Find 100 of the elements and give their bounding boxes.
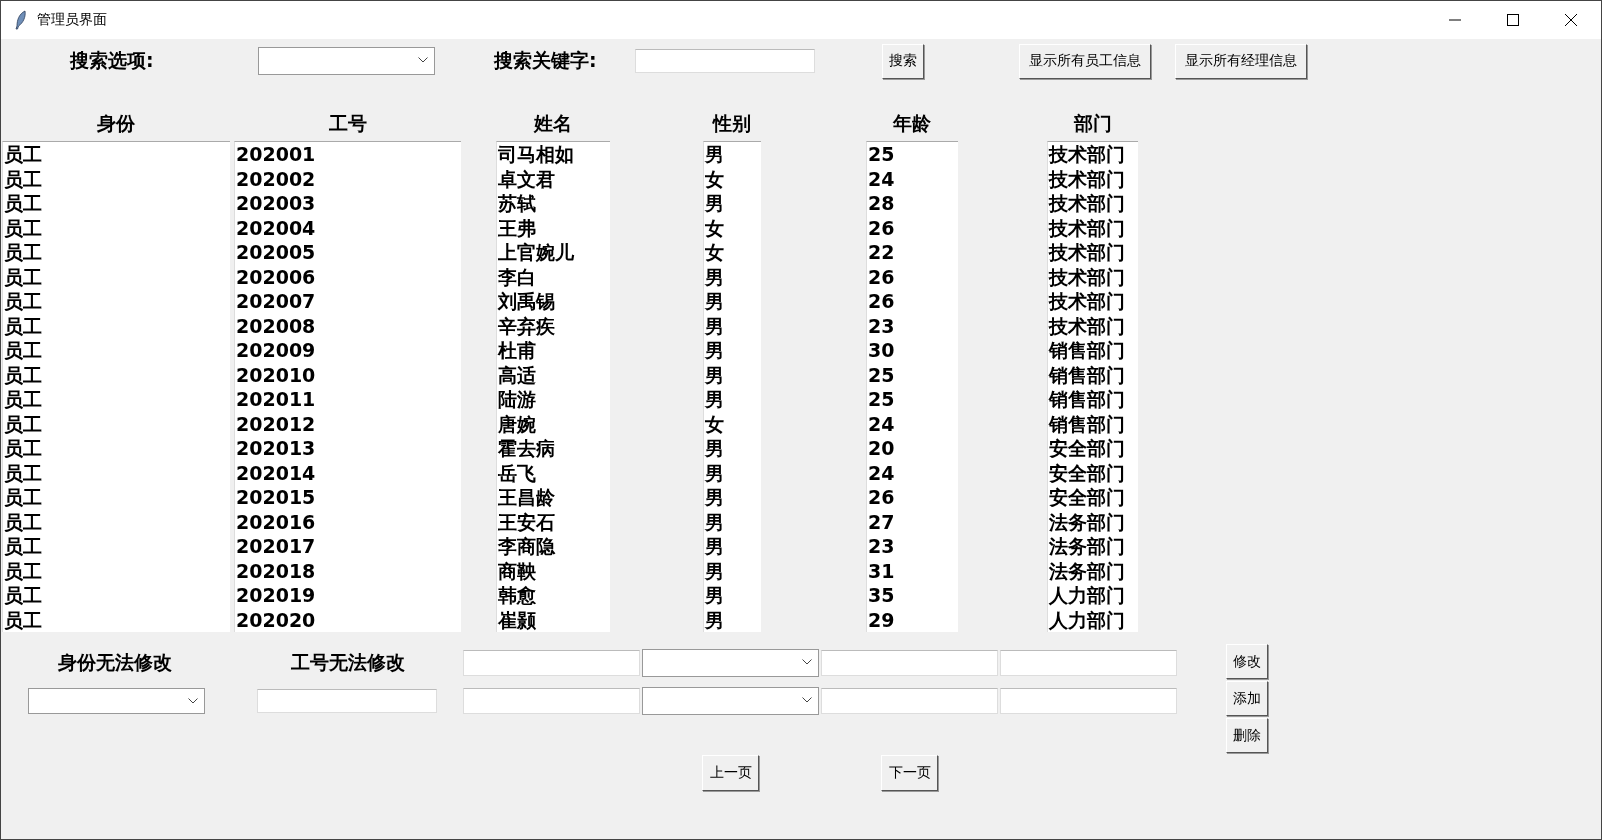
- page-button[interactable]: 下一页: [881, 755, 938, 791]
- input-field[interactable]: [463, 650, 640, 676]
- list-item[interactable]: 销售部门: [1048, 411, 1138, 436]
- list-item[interactable]: 陆游: [497, 387, 610, 412]
- list-item[interactable]: 安全部门: [1048, 485, 1138, 510]
- list-item[interactable]: 员工: [3, 583, 230, 608]
- input-field[interactable]: [821, 688, 998, 714]
- input-field[interactable]: [257, 689, 437, 713]
- list-item[interactable]: 崔颢: [497, 607, 610, 632]
- list-item[interactable]: 人力部门: [1048, 583, 1138, 608]
- list-item[interactable]: 员工: [3, 607, 230, 632]
- list-item[interactable]: 男: [704, 313, 761, 338]
- listbox[interactable]: 员工 员工 员工 员工 员工 员工 员工 员工 员工 员工 员工 员工 员工 员工 员工 员工 员工 员工 员工 员工: [2, 141, 230, 632]
- list-item[interactable]: 技术部门: [1048, 142, 1138, 167]
- list-item[interactable]: 202011: [235, 387, 461, 412]
- list-item[interactable]: 苏轼: [497, 191, 610, 216]
- list-item[interactable]: 员工: [3, 534, 230, 559]
- dropdown[interactable]: [642, 687, 819, 715]
- list-item[interactable]: 法务部门: [1048, 509, 1138, 534]
- input-field[interactable]: [1000, 650, 1177, 676]
- list-item[interactable]: 23: [867, 534, 958, 559]
- list-item[interactable]: 员工: [3, 485, 230, 510]
- list-item[interactable]: 男: [704, 436, 761, 461]
- list-item[interactable]: 法务部门: [1048, 558, 1138, 583]
- list-item[interactable]: 王安石: [497, 509, 610, 534]
- list-item[interactable]: 26: [867, 264, 958, 289]
- list-item[interactable]: 员工: [3, 240, 230, 265]
- list-item[interactable]: 男: [704, 509, 761, 534]
- list-item[interactable]: 技术部门: [1048, 191, 1138, 216]
- listbox[interactable]: 男 女 男 女 女 男 男 男 男 男 男 女 男 男 男 男 男 男 男 男: [703, 141, 761, 632]
- list-item[interactable]: 唐婉: [497, 411, 610, 436]
- list-item[interactable]: 202017: [235, 534, 461, 559]
- list-item[interactable]: 男: [704, 558, 761, 583]
- listbox[interactable]: 25 24 28 26 22 26 26 23 30 25 25 24 20 24 26 27 23 31 35 29: [866, 141, 958, 632]
- list-item[interactable]: 202005: [235, 240, 461, 265]
- list-item[interactable]: 李商隐: [497, 534, 610, 559]
- list-item[interactable]: 安全部门: [1048, 460, 1138, 485]
- list-item[interactable]: 202006: [235, 264, 461, 289]
- list-item[interactable]: 26: [867, 289, 958, 314]
- list-item[interactable]: 202010: [235, 362, 461, 387]
- listbox[interactable]: 202001 202002 202003 202004 202005 202006 202007 202008 202009 202010 202011 202012 202013 202014 202015 202016 202017 202018 202019 202020: [234, 141, 461, 632]
- list-item[interactable]: 男: [704, 338, 761, 363]
- list-item[interactable]: 女: [704, 411, 761, 436]
- list-item[interactable]: 法务部门: [1048, 534, 1138, 559]
- list-item[interactable]: 202014: [235, 460, 461, 485]
- list-item[interactable]: 20: [867, 436, 958, 461]
- action-button[interactable]: 添加: [1226, 681, 1268, 716]
- dropdown[interactable]: [642, 649, 819, 677]
- list-item[interactable]: 销售部门: [1048, 338, 1138, 363]
- list-item[interactable]: 杜甫: [497, 338, 610, 363]
- list-item[interactable]: 202013: [235, 436, 461, 461]
- list-item[interactable]: 司马相如: [497, 142, 610, 167]
- list-item[interactable]: 安全部门: [1048, 436, 1138, 461]
- list-item[interactable]: 202004: [235, 215, 461, 240]
- list-item[interactable]: 24: [867, 166, 958, 191]
- list-item[interactable]: 22: [867, 240, 958, 265]
- list-item[interactable]: 商鞅: [497, 558, 610, 583]
- list-item[interactable]: 女: [704, 166, 761, 191]
- list-item[interactable]: 26: [867, 485, 958, 510]
- list-item[interactable]: 24: [867, 460, 958, 485]
- list-item[interactable]: 202003: [235, 191, 461, 216]
- list-item[interactable]: 员工: [3, 338, 230, 363]
- action-button[interactable]: 删除: [1226, 718, 1268, 753]
- list-item[interactable]: 28: [867, 191, 958, 216]
- list-item[interactable]: 员工: [3, 264, 230, 289]
- search-field[interactable]: [635, 49, 815, 73]
- list-item[interactable]: 23: [867, 313, 958, 338]
- list-item[interactable]: 技术部门: [1048, 289, 1138, 314]
- list-item[interactable]: 男: [704, 142, 761, 167]
- list-item[interactable]: 女: [704, 215, 761, 240]
- list-item[interactable]: 李白: [497, 264, 610, 289]
- list-item[interactable]: 技术部门: [1048, 264, 1138, 289]
- list-item[interactable]: 员工: [3, 215, 230, 240]
- listbox[interactable]: 技术部门 技术部门 技术部门 技术部门 技术部门 技术部门 技术部门 技术部门 销售部门 销售部门 销售部门 销售部门 安全部门 安全部门 安全部门 法务部门 法务部门 法务部门 人力部门 人力部门: [1047, 141, 1138, 632]
- list-item[interactable]: 24: [867, 411, 958, 436]
- list-item[interactable]: 王弗: [497, 215, 610, 240]
- list-item[interactable]: 员工: [3, 362, 230, 387]
- list-item[interactable]: 技术部门: [1048, 313, 1138, 338]
- page-button[interactable]: 上一页: [702, 755, 759, 791]
- list-item[interactable]: 韩愈: [497, 583, 610, 608]
- list-item[interactable]: 刘禹锡: [497, 289, 610, 314]
- listbox[interactable]: 司马相如 卓文君 苏轼 王弗 上官婉儿 李白 刘禹锡 辛弃疾 杜甫 高适 陆游 唐婉 霍去病 岳飞 王昌龄 王安石 李商隐 商鞅 韩愈 崔颢: [496, 141, 610, 632]
- close-icon[interactable]: [1565, 14, 1577, 26]
- list-item[interactable]: 人力部门: [1048, 607, 1138, 632]
- list-item[interactable]: 霍去病: [497, 436, 610, 461]
- list-item[interactable]: 技术部门: [1048, 166, 1138, 191]
- list-item[interactable]: 男: [704, 289, 761, 314]
- list-item[interactable]: 25: [867, 387, 958, 412]
- list-item[interactable]: 31: [867, 558, 958, 583]
- list-item[interactable]: 202002: [235, 166, 461, 191]
- list-item[interactable]: 员工: [3, 313, 230, 338]
- list-item[interactable]: 岳飞: [497, 460, 610, 485]
- list-item[interactable]: 员工: [3, 166, 230, 191]
- search-option-dropdown[interactable]: [258, 47, 435, 75]
- list-item[interactable]: 员工: [3, 411, 230, 436]
- list-item[interactable]: 男: [704, 460, 761, 485]
- list-item[interactable]: 员工: [3, 460, 230, 485]
- list-item[interactable]: 员工: [3, 509, 230, 534]
- list-item[interactable]: 202008: [235, 313, 461, 338]
- list-item[interactable]: 202009: [235, 338, 461, 363]
